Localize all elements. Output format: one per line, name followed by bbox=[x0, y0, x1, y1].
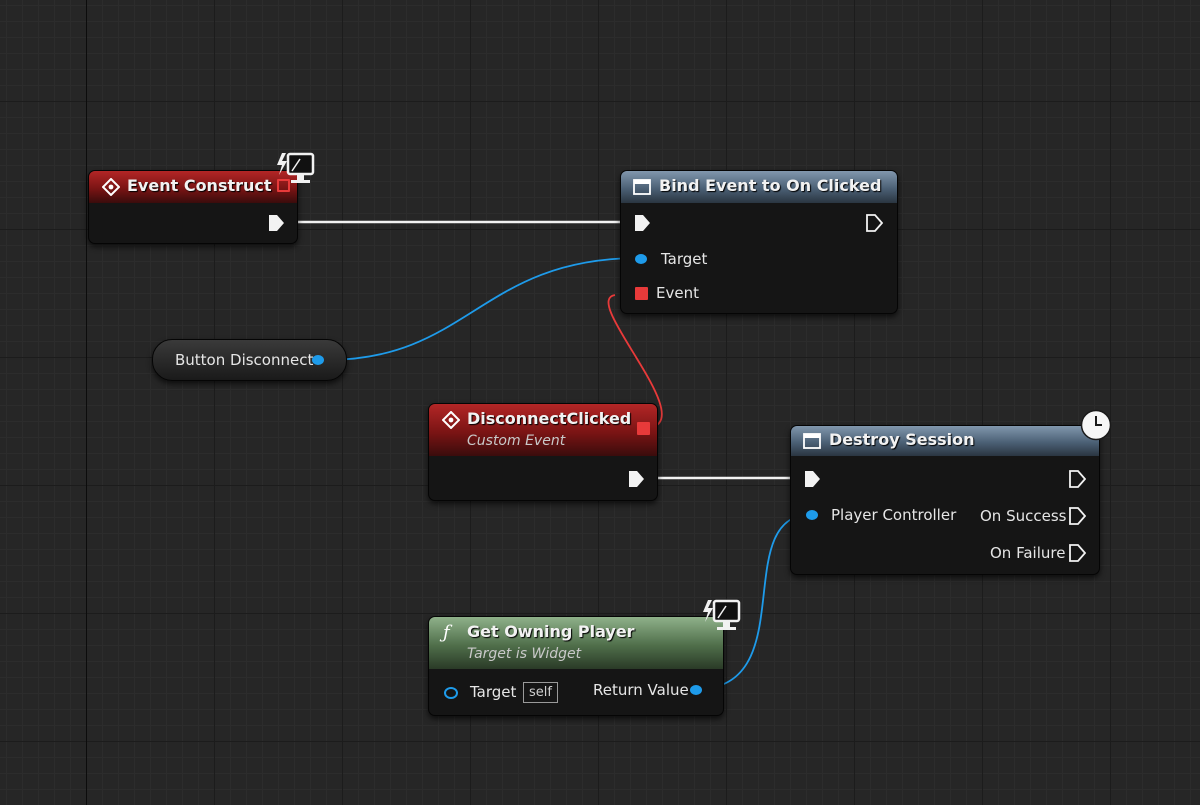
variable-output-pin[interactable] bbox=[312, 355, 324, 365]
bind-event-node[interactable]: Bind Event to On Clicked Target Event bbox=[620, 170, 898, 314]
on-failure-exec-out-pin[interactable] bbox=[1068, 544, 1086, 562]
exec-out-pin[interactable] bbox=[865, 214, 883, 232]
player-controller-input-pin[interactable] bbox=[806, 510, 818, 520]
disconnect-clicked-event-node[interactable]: DisconnectClicked Custom Event bbox=[428, 403, 658, 501]
node-header: Event Construct bbox=[89, 171, 297, 203]
node-header: DisconnectClicked Custom Event bbox=[429, 404, 657, 456]
client-only-monitor-icon bbox=[277, 152, 315, 183]
target-pin-label: Target bbox=[661, 250, 708, 268]
target-input-pin[interactable] bbox=[635, 254, 647, 264]
object-wire-button-to-target[interactable] bbox=[325, 257, 641, 361]
node-title: Bind Event to On Clicked bbox=[659, 176, 882, 195]
exec-in-pin[interactable] bbox=[633, 214, 651, 232]
destroy-session-node[interactable]: Destroy Session Player Controller On Suc… bbox=[790, 425, 1100, 575]
target-input-pin[interactable] bbox=[444, 687, 458, 699]
node-header: ƒ Get Owning Player Target is Widget bbox=[429, 617, 723, 669]
event-input-pin[interactable] bbox=[635, 287, 648, 300]
variable-label: Button Disconnect bbox=[175, 351, 314, 369]
event-pin-label: Event bbox=[656, 284, 699, 302]
function-f-icon: ƒ bbox=[443, 622, 450, 643]
event-diamond-icon bbox=[102, 178, 120, 196]
exec-out-pin[interactable] bbox=[627, 470, 645, 488]
latent-clock-icon bbox=[1080, 409, 1112, 441]
node-subtitle: Custom Event bbox=[467, 433, 566, 449]
node-header: Destroy Session bbox=[791, 426, 1099, 456]
exec-out-pin[interactable] bbox=[267, 214, 285, 232]
node-header: Bind Event to On Clicked bbox=[621, 171, 897, 203]
node-title: Get Owning Player bbox=[467, 622, 635, 641]
node-title: Event Construct bbox=[127, 176, 272, 195]
exec-out-pin[interactable] bbox=[1068, 470, 1086, 488]
target-pin-label: Target bbox=[470, 683, 517, 701]
exec-in-pin[interactable] bbox=[803, 470, 821, 488]
get-owning-player-node[interactable]: ƒ Get Owning Player Target is Widget Tar… bbox=[428, 616, 724, 716]
on-failure-pin-label: On Failure bbox=[990, 544, 1066, 562]
on-success-pin-label: On Success bbox=[980, 507, 1067, 525]
return-value-output-pin[interactable] bbox=[690, 685, 702, 695]
return-value-pin-label: Return Value bbox=[593, 681, 689, 699]
player-controller-pin-label: Player Controller bbox=[831, 506, 957, 524]
button-disconnect-variable-node[interactable]: Button Disconnect bbox=[152, 339, 347, 381]
node-title: Destroy Session bbox=[829, 430, 975, 449]
event-diamond-icon bbox=[442, 411, 460, 429]
output-delegate-pin[interactable] bbox=[637, 422, 650, 435]
function-window-icon bbox=[633, 179, 651, 195]
on-success-exec-out-pin[interactable] bbox=[1068, 507, 1086, 525]
function-window-icon bbox=[803, 433, 821, 449]
node-title: DisconnectClicked bbox=[467, 409, 632, 428]
target-default-value[interactable]: self bbox=[523, 682, 558, 703]
event-construct-node[interactable]: Event Construct bbox=[88, 170, 298, 244]
client-only-monitor-icon bbox=[703, 599, 741, 630]
node-subtitle: Target is Widget bbox=[467, 646, 582, 662]
